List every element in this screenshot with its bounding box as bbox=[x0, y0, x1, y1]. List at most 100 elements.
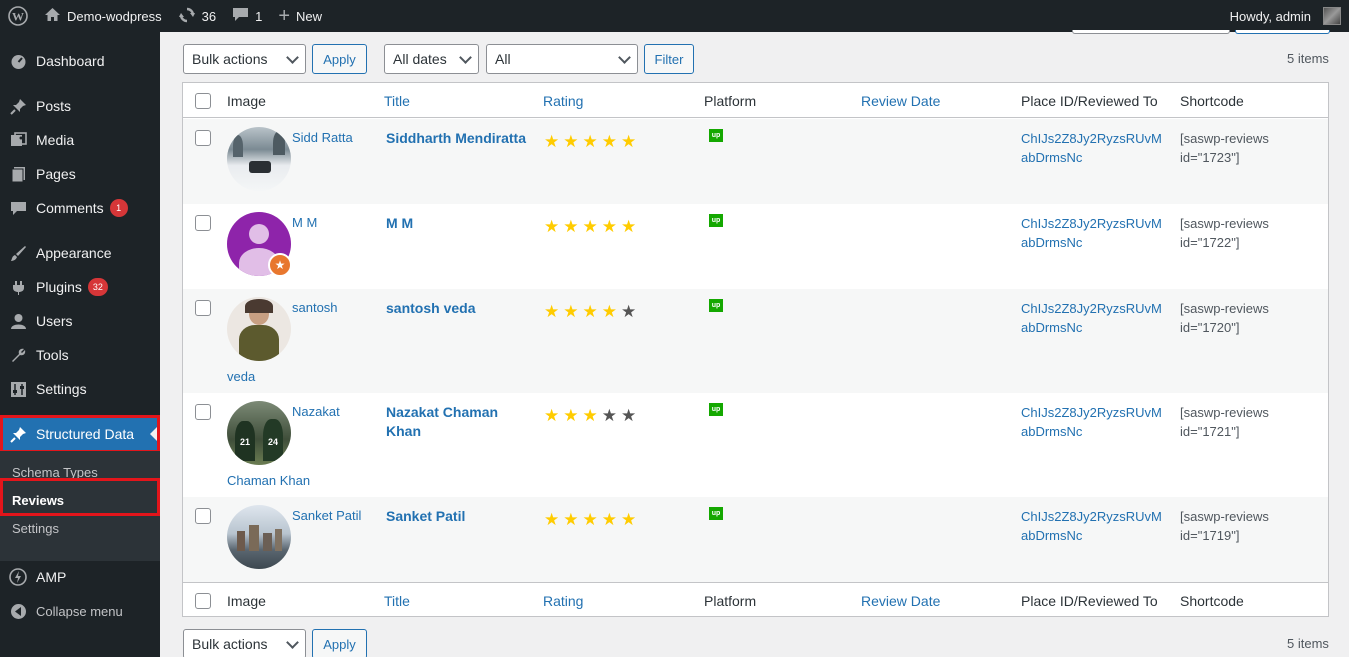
place-id-link[interactable]: ChIJs2Z8Jy2RyzsRUvMabDrmsNc bbox=[1021, 507, 1166, 545]
column-title[interactable]: Title bbox=[384, 93, 410, 109]
chevron-down-icon bbox=[459, 51, 472, 64]
reviewer-name-continued[interactable]: veda bbox=[227, 369, 255, 384]
column-rating[interactable]: Rating bbox=[543, 93, 583, 109]
star-filled-icon: ★ bbox=[621, 132, 637, 151]
shortcode-text: [saswp-reviews id="1721"] bbox=[1180, 405, 1269, 439]
bulk-actions-select-bottom[interactable]: Bulk actions bbox=[183, 629, 306, 657]
category-filter-select[interactable]: All bbox=[486, 44, 638, 74]
place-id-link[interactable]: ChIJs2Z8Jy2RyzsRUvMabDrmsNc bbox=[1021, 214, 1166, 252]
reviewer-name-continued[interactable]: Chaman Khan bbox=[227, 473, 310, 488]
table-row: ★ M M M M ★ ★ ★ ★ ★ up ChIJs2Z8Jy2RyzsRUvMab… bbox=[183, 204, 1328, 289]
reviewer-name[interactable]: Sanket Patil bbox=[292, 508, 361, 523]
bulk-actions-select-top[interactable]: Bulk actions bbox=[183, 44, 306, 74]
apply-button-bottom[interactable]: Apply bbox=[312, 629, 367, 657]
dates-label: All dates bbox=[393, 51, 447, 67]
bulk-actions-label: Bulk actions bbox=[192, 51, 268, 67]
reviewer-name[interactable]: Sidd Ratta bbox=[292, 130, 353, 145]
reviewer-name[interactable]: M M bbox=[292, 215, 317, 230]
place-id-link[interactable]: ChIJs2Z8Jy2RyzsRUvMabDrmsNc bbox=[1021, 129, 1166, 167]
submenu-settings[interactable]: Settings bbox=[12, 521, 59, 536]
sidebar-item-label: Pages bbox=[36, 166, 76, 182]
settings-icon bbox=[8, 379, 28, 399]
sidebar-item-tools[interactable]: Tools bbox=[0, 338, 160, 372]
site-name-label: Demo-wodpress bbox=[67, 8, 162, 24]
sidebar-item-dashboard[interactable]: Dashboard bbox=[0, 44, 160, 78]
highlight-box-reviews bbox=[0, 478, 160, 516]
place-id-link[interactable]: ChIJs2Z8Jy2RyzsRUvMabDrmsNc bbox=[1021, 403, 1166, 441]
table-row: santosh veda santosh veda ★ ★ ★ ★ ★ up ChIJs… bbox=[183, 289, 1328, 393]
site-name-link[interactable]: Demo-wodpress bbox=[36, 0, 170, 32]
star-filled-icon: ★ bbox=[601, 302, 617, 321]
table-footer: Image Title Rating Platform Review Date … bbox=[183, 582, 1328, 617]
dates-filter-select[interactable]: All dates bbox=[384, 44, 479, 74]
comment-bubble-icon bbox=[232, 7, 249, 25]
select-all-checkbox-footer[interactable] bbox=[195, 593, 211, 609]
review-title-link[interactable]: santosh veda bbox=[386, 299, 531, 318]
filter-button[interactable]: Filter bbox=[644, 44, 694, 74]
sidebar-item-posts[interactable]: Posts bbox=[0, 89, 160, 123]
plugin-icon bbox=[8, 277, 28, 297]
column-title[interactable]: Title bbox=[384, 593, 410, 609]
search-button-edge bbox=[1235, 30, 1330, 34]
sidebar-item-plugins[interactable]: Plugins 32 bbox=[0, 270, 160, 304]
star-filled-icon: ★ bbox=[544, 217, 560, 236]
sidebar-item-label: AMP bbox=[36, 569, 67, 585]
column-review-date[interactable]: Review Date bbox=[861, 93, 940, 109]
rating-stars: ★ ★ ★ ★ ★ bbox=[544, 218, 636, 235]
sidebar-item-appearance[interactable]: Appearance bbox=[0, 236, 160, 270]
reviewer-avatar bbox=[227, 127, 291, 191]
new-content-link[interactable]: + New bbox=[270, 0, 330, 32]
star-filled-icon: ★ bbox=[582, 217, 598, 236]
reviewer-avatar bbox=[227, 505, 291, 569]
sidebar-item-pages[interactable]: Pages bbox=[0, 157, 160, 191]
sidebar-item-amp[interactable]: AMP bbox=[0, 560, 160, 594]
reviewer-name[interactable]: Nazakat bbox=[292, 404, 340, 419]
select-all-checkbox[interactable] bbox=[195, 93, 211, 109]
column-rating[interactable]: Rating bbox=[543, 593, 583, 609]
upwork-icon: up bbox=[709, 129, 723, 142]
star-filled-icon: ★ bbox=[544, 132, 560, 151]
star-filled-icon: ★ bbox=[582, 302, 598, 321]
updates-link[interactable]: 36 bbox=[170, 0, 224, 32]
comments-link[interactable]: 1 bbox=[224, 0, 270, 32]
star-empty-icon: ★ bbox=[621, 406, 637, 425]
table-row: 21 24 Nazakat Chaman Khan Nazakat Chaman… bbox=[183, 393, 1328, 497]
row-checkbox[interactable] bbox=[195, 215, 211, 231]
reviewer-name[interactable]: santosh bbox=[292, 300, 338, 315]
table-row: Sanket Patil Sanket Patil ★ ★ ★ ★ ★ up ChIJs… bbox=[183, 497, 1328, 582]
column-review-date[interactable]: Review Date bbox=[861, 593, 940, 609]
row-checkbox[interactable] bbox=[195, 300, 211, 316]
my-account-link[interactable]: Howdy, admin bbox=[1222, 0, 1349, 32]
sidebar-item-settings[interactable]: Settings bbox=[0, 372, 160, 406]
row-checkbox[interactable] bbox=[195, 508, 211, 524]
review-title-link[interactable]: Nazakat Chaman Khan bbox=[386, 403, 531, 441]
shortcode-text: [saswp-reviews id="1719"] bbox=[1180, 509, 1269, 543]
wordpress-logo-icon[interactable]: W bbox=[0, 0, 36, 32]
sidebar-item-media[interactable]: Media bbox=[0, 123, 160, 157]
sidebar-item-comments[interactable]: Comments 1 bbox=[0, 191, 160, 225]
greeting-text: Howdy, admin bbox=[1229, 8, 1311, 24]
row-checkbox[interactable] bbox=[195, 130, 211, 146]
collapse-menu-button[interactable]: Collapse menu bbox=[0, 594, 160, 628]
sidebar-item-users[interactable]: Users bbox=[0, 304, 160, 338]
chevron-down-icon bbox=[286, 636, 299, 649]
column-shortcode: Shortcode bbox=[1180, 593, 1244, 609]
place-id-link[interactable]: ChIJs2Z8Jy2RyzsRUvMabDrmsNc bbox=[1021, 299, 1166, 337]
sidebar-item-label: Comments bbox=[36, 200, 104, 216]
star-filled-icon: ★ bbox=[544, 406, 560, 425]
apply-button-top[interactable]: Apply bbox=[312, 44, 367, 74]
column-platform: Platform bbox=[704, 593, 757, 609]
review-title-link[interactable]: Sanket Patil bbox=[386, 507, 531, 526]
column-image: Image bbox=[227, 593, 266, 609]
star-filled-icon: ★ bbox=[563, 406, 579, 425]
row-checkbox[interactable] bbox=[195, 404, 211, 420]
column-shortcode: Shortcode bbox=[1180, 93, 1244, 109]
star-filled-icon: ★ bbox=[621, 217, 637, 236]
comments-icon bbox=[8, 198, 28, 218]
all-label: All bbox=[495, 51, 511, 67]
star-filled-icon: ★ bbox=[582, 510, 598, 529]
review-title-link[interactable]: M M bbox=[386, 214, 531, 233]
column-place-id: Place ID/Reviewed To bbox=[1021, 593, 1158, 609]
comments-badge: 1 bbox=[109, 199, 128, 217]
review-title-link[interactable]: Siddharth Mendiratta bbox=[386, 129, 531, 148]
